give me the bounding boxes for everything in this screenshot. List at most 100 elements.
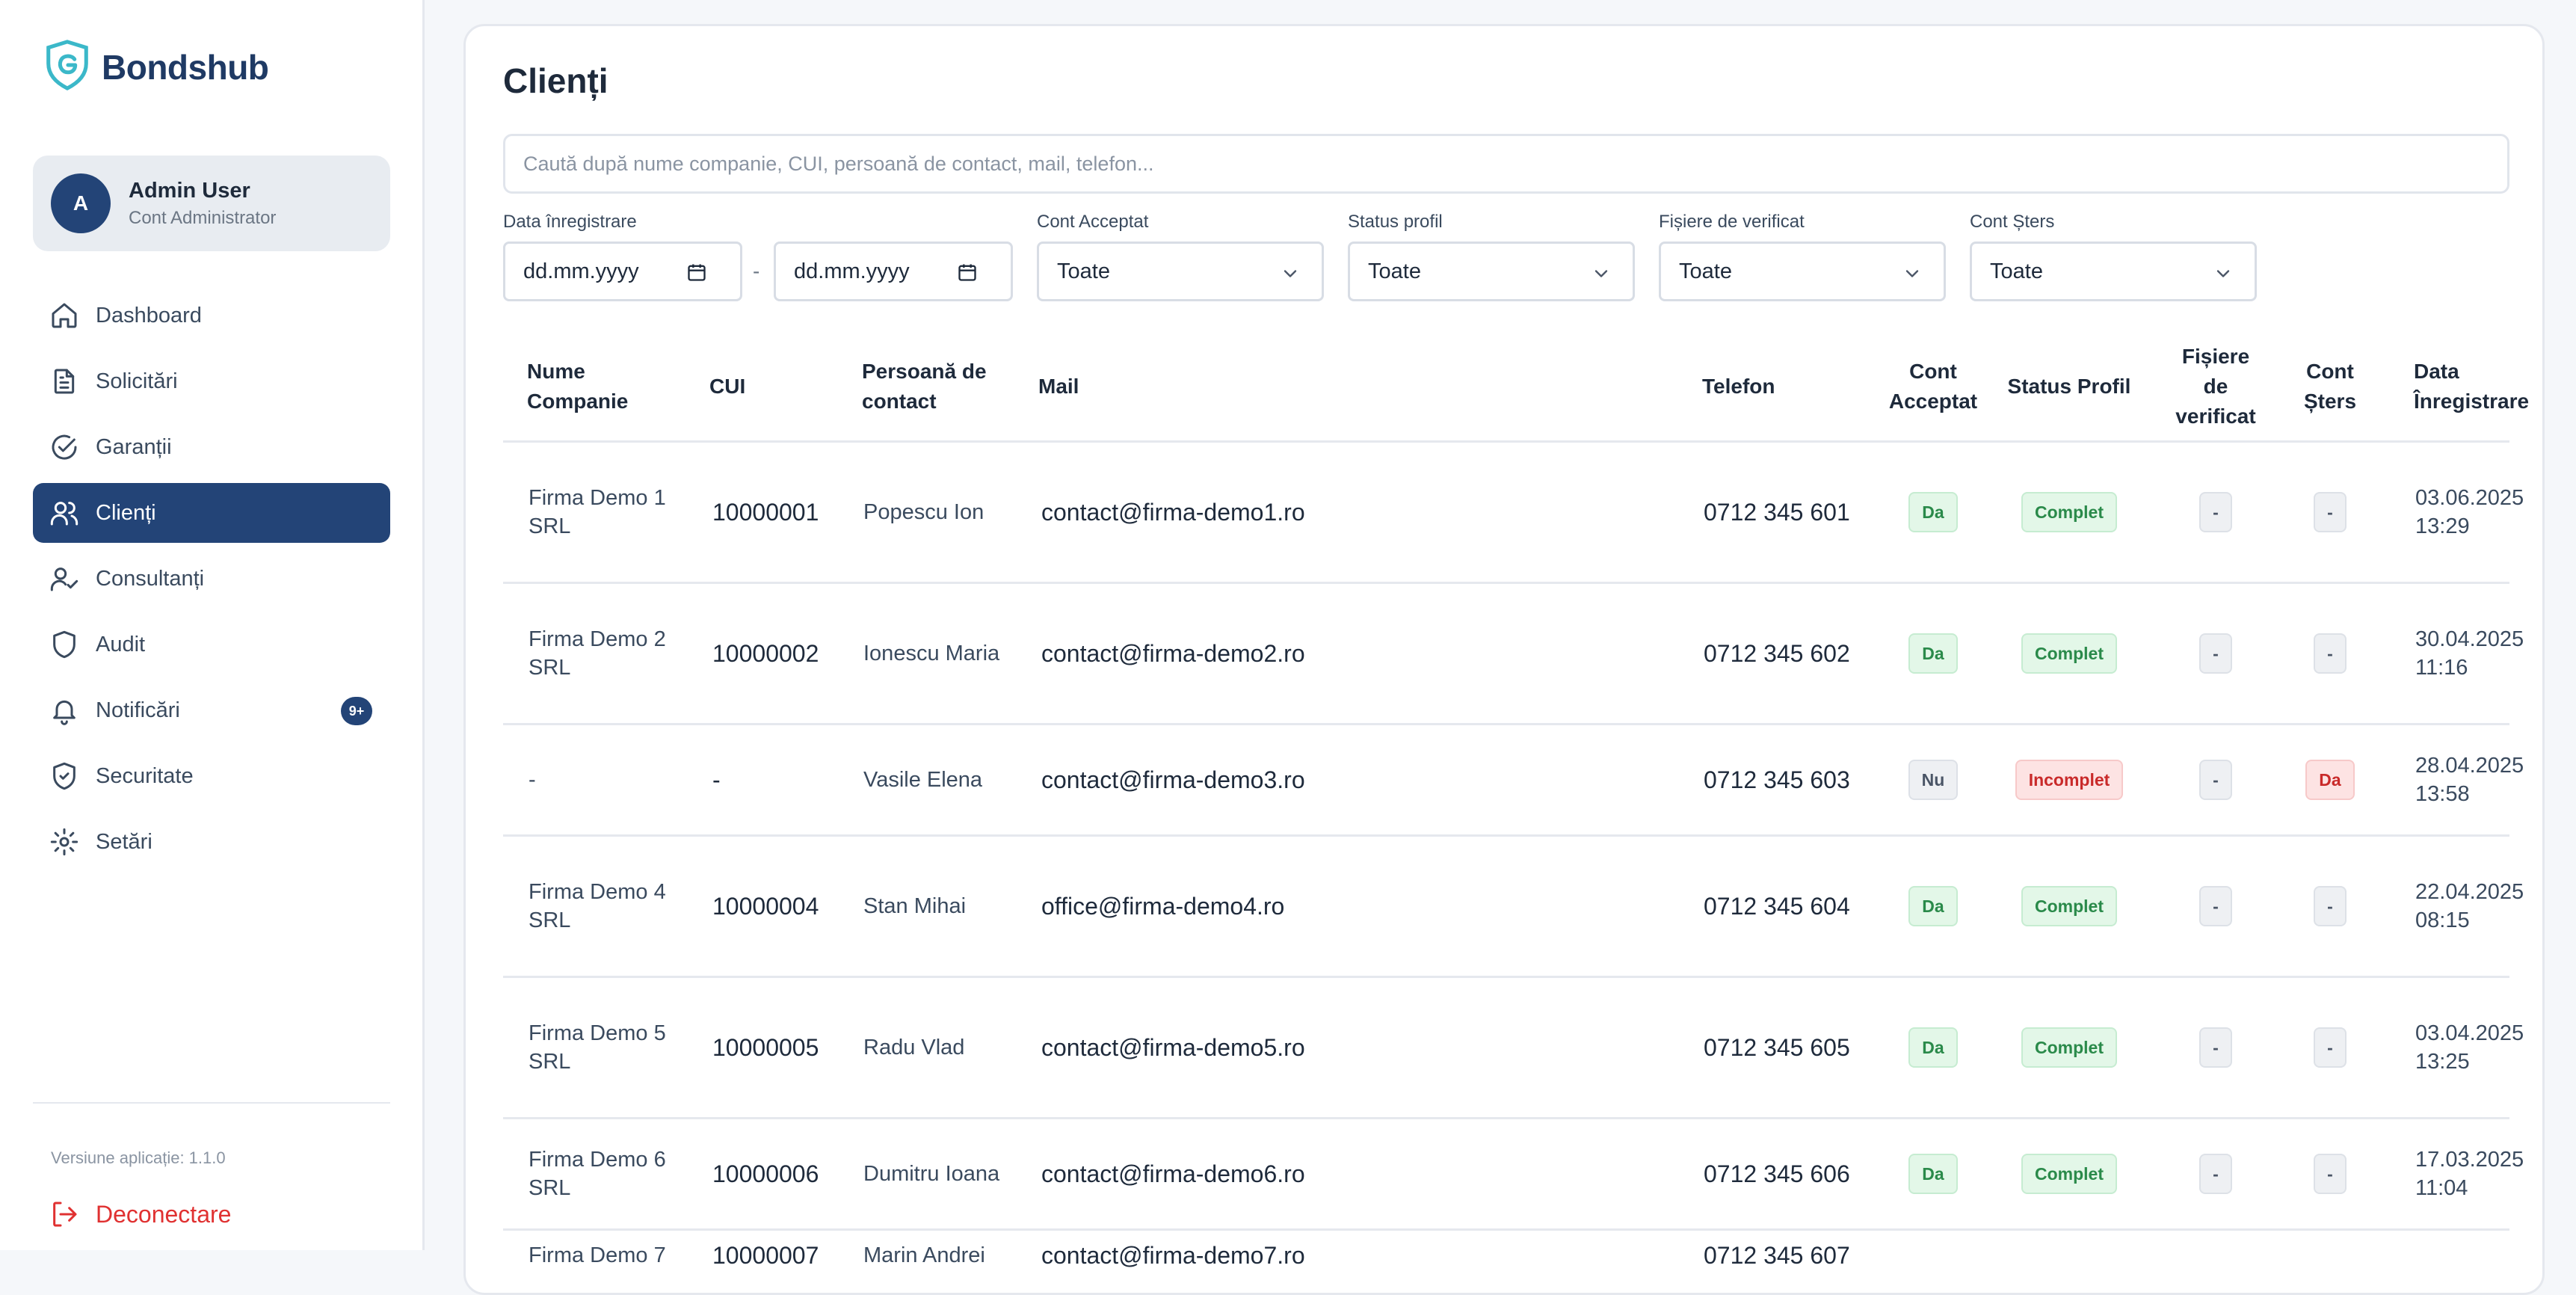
cell-cui: - bbox=[712, 725, 854, 834]
column-header-telefon[interactable]: Telefon bbox=[1702, 333, 1867, 440]
avatar: A bbox=[51, 173, 111, 233]
cell-telefon: 0712 345 604 bbox=[1704, 837, 1876, 976]
date-from-input[interactable]: dd.mm.yyyy bbox=[503, 242, 742, 301]
fisiere-select[interactable]: Toate bbox=[1659, 242, 1946, 301]
cell-nume: Firma Demo 1 SRL bbox=[529, 443, 693, 582]
sidebar-nav: Dashboard Solicitări Garanții Clienți Co… bbox=[33, 286, 390, 878]
sidebar-item-dashboard[interactable]: Dashboard bbox=[33, 286, 390, 345]
sidebar-item-notificari[interactable]: Notificări 9+ bbox=[33, 680, 390, 740]
calendar-icon[interactable] bbox=[957, 262, 978, 283]
sidebar-item-clienti[interactable]: Clienți bbox=[33, 483, 390, 543]
cell-persoana: Popescu Ion bbox=[863, 443, 1035, 582]
bell-icon bbox=[53, 700, 76, 725]
sters-badge: - bbox=[2314, 492, 2347, 532]
date-from-value: dd.mm.yyyy bbox=[523, 259, 639, 283]
sidebar-item-label: Clienți bbox=[96, 500, 156, 525]
persoana-value: Ionescu Maria bbox=[863, 642, 1000, 665]
column-header-acceptat[interactable]: Cont Acceptat bbox=[1883, 333, 1983, 440]
column-header-cui[interactable]: CUI bbox=[709, 333, 851, 440]
mail-value: contact@firma-demo2.ro bbox=[1041, 640, 1305, 667]
fisiere-badge: - bbox=[2199, 886, 2232, 926]
status-badge: Complet bbox=[2021, 886, 2117, 926]
fisiere-badge: - bbox=[2199, 760, 2232, 800]
shield-logo-icon bbox=[43, 39, 91, 95]
cont-sters-filter-label: Cont Șters bbox=[1970, 212, 2055, 232]
table-row[interactable]: Firma Demo 2 SRL 10000002 Ionescu Maria con… bbox=[503, 584, 2524, 725]
sters-badge: Da bbox=[2305, 760, 2355, 800]
table-row[interactable]: Firma Demo 7 10000007 Marin Andrei contact@… bbox=[503, 1231, 2509, 1293]
persoana-value: Dumitru Ioana bbox=[863, 1162, 1000, 1186]
logout-button[interactable]: Deconectare bbox=[49, 1199, 231, 1229]
sidebar-item-label: Solicitări bbox=[96, 369, 178, 393]
table-row[interactable]: Firma Demo 6 SRL 10000006 Dumitru Ioana con… bbox=[503, 1119, 2524, 1231]
cell-status bbox=[2004, 1231, 2134, 1293]
fisiere-value: Toate bbox=[1679, 259, 1732, 283]
search-input[interactable] bbox=[503, 134, 2509, 194]
data-value: 17.03.2025 11:04 bbox=[2415, 1148, 2524, 1200]
column-header-nume[interactable]: Nume Companie bbox=[527, 333, 691, 440]
user-name: Admin User bbox=[129, 178, 250, 203]
cell-sters: - bbox=[2290, 978, 2370, 1117]
gear-icon bbox=[50, 828, 78, 856]
column-header-status[interactable]: Status Profil bbox=[2006, 333, 2133, 440]
sters-badge: - bbox=[2314, 633, 2347, 674]
cell-acceptat: Da bbox=[1879, 584, 1988, 723]
sidebar-item-securitate[interactable]: Securitate bbox=[33, 746, 390, 806]
sidebar-item-garantii[interactable]: Garanții bbox=[33, 417, 390, 477]
sters-badge: - bbox=[2314, 1154, 2347, 1194]
fisiere-badge: - bbox=[2199, 1027, 2232, 1068]
cell-status: Complet bbox=[2004, 443, 2134, 582]
nume-value: Firma Demo 6 SRL bbox=[529, 1148, 666, 1200]
notification-count-badge: 9+ bbox=[341, 697, 372, 725]
telefon-value: 0712 345 604 bbox=[1704, 893, 1850, 920]
calendar-icon[interactable] bbox=[686, 262, 707, 283]
column-header-persoana[interactable]: Persoană de contact bbox=[862, 333, 1019, 440]
column-header-mail[interactable]: Mail bbox=[1038, 333, 1696, 440]
status-badge: Complet bbox=[2021, 1154, 2117, 1194]
table-body: Firma Demo 1 SRL 10000001 Popescu Ion conta… bbox=[503, 443, 2524, 1293]
table-row[interactable]: Firma Demo 1 SRL 10000001 Popescu Ion conta… bbox=[503, 443, 2524, 584]
sidebar-item-solicitari[interactable]: Solicitări bbox=[33, 351, 390, 411]
column-header-data[interactable]: Data Înregistrare bbox=[2414, 333, 2542, 440]
status-profil-value: Toate bbox=[1368, 259, 1421, 283]
column-header-sters[interactable]: Cont Șters bbox=[2290, 333, 2370, 440]
logout-label: Deconectare bbox=[96, 1200, 232, 1228]
date-to-value: dd.mm.yyyy bbox=[794, 259, 910, 283]
cell-sters: - bbox=[2290, 443, 2370, 582]
cell-status: Complet bbox=[2004, 1119, 2134, 1228]
mail-value: contact@firma-demo6.ro bbox=[1041, 1160, 1305, 1187]
cont-sters-select[interactable]: Toate bbox=[1970, 242, 2257, 301]
cell-acceptat: Da bbox=[1879, 443, 1988, 582]
table-row[interactable]: Firma Demo 5 SRL 10000005 Radu Vlad contact… bbox=[503, 978, 2524, 1119]
nume-value: - bbox=[529, 768, 536, 792]
cell-nume: Firma Demo 4 SRL bbox=[529, 837, 693, 976]
sidebar-item-label: Consultanți bbox=[96, 566, 205, 591]
telefon-value: 0712 345 606 bbox=[1704, 1160, 1850, 1187]
mail-value: office@firma-demo4.ro bbox=[1041, 893, 1285, 920]
date-to-input[interactable]: dd.mm.yyyy bbox=[774, 242, 1013, 301]
cont-acceptat-select[interactable]: Toate bbox=[1037, 242, 1324, 301]
cell-mail: contact@firma-demo7.ro bbox=[1041, 1231, 1684, 1293]
sidebar-item-label: Securitate bbox=[96, 763, 194, 788]
chevron-down-icon bbox=[1594, 270, 1608, 277]
cell-fisiere bbox=[2167, 1231, 2264, 1293]
column-header-fisiere[interactable]: Fișiere de verificat bbox=[2167, 333, 2264, 440]
sidebar-item-audit[interactable]: Audit bbox=[33, 615, 390, 674]
cell-status: Complet bbox=[2004, 978, 2134, 1117]
cell-cui: 10000007 bbox=[712, 1231, 854, 1293]
sidebar-item-setari[interactable]: Setări bbox=[33, 812, 390, 872]
cell-mail: contact@firma-demo6.ro bbox=[1041, 1119, 1684, 1228]
status-profil-select[interactable]: Toate bbox=[1348, 242, 1635, 301]
sidebar-item-consultanti[interactable]: Consultanți bbox=[33, 549, 390, 609]
user-card[interactable]: A Admin User Cont Administrator bbox=[33, 156, 390, 251]
cell-nume: Firma Demo 2 SRL bbox=[529, 584, 693, 723]
acceptat-badge: Da bbox=[1908, 1027, 1958, 1068]
table-row[interactable]: - - Vasile Elena contact@firma-demo3.ro 0712… bbox=[503, 725, 2524, 837]
cell-mail: contact@firma-demo3.ro bbox=[1041, 725, 1684, 834]
cell-telefon: 0712 345 602 bbox=[1704, 584, 1876, 723]
app-logo[interactable]: Bondshub bbox=[43, 39, 269, 95]
table-row[interactable]: Firma Demo 4 SRL 10000004 Stan Mihai office… bbox=[503, 837, 2524, 978]
cell-status: Incomplet bbox=[2004, 725, 2134, 834]
persoana-value: Popescu Ion bbox=[863, 500, 985, 524]
cell-cui: 10000005 bbox=[712, 978, 854, 1117]
